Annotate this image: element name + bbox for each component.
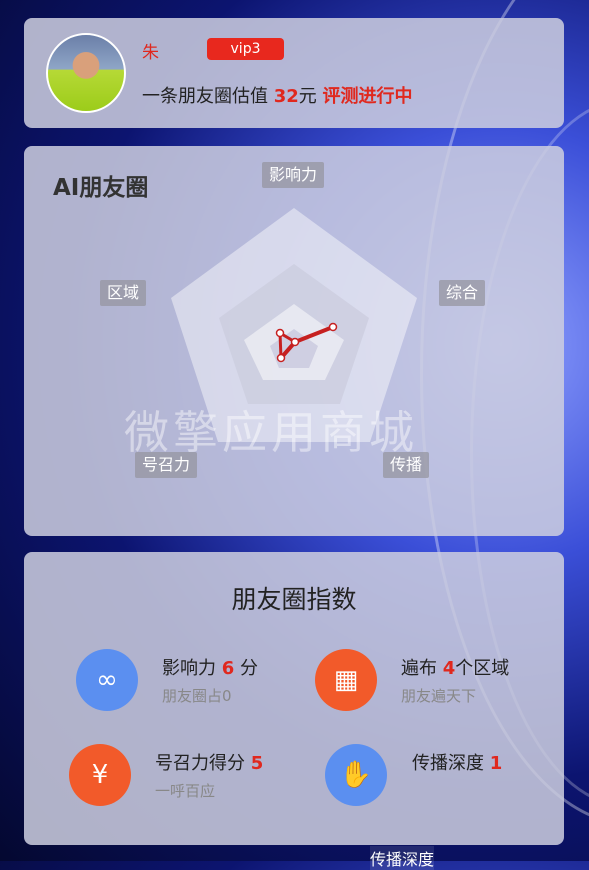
metric-region-unit: 个区域	[455, 658, 510, 679]
metric-influence-value: 6	[221, 658, 235, 679]
metric-appeal: 号召力得分 5	[155, 749, 263, 775]
metric-influence: 影响力 6 分	[162, 654, 258, 680]
watermark: 微擎应用商城	[124, 406, 419, 459]
metric-depth-label: 传播深度	[412, 753, 490, 774]
share-money-icon: ¥	[69, 744, 131, 806]
valuation-amount: 32	[273, 86, 299, 107]
metric-region: 遍布 4个区域	[401, 654, 509, 680]
evaluation-status: 评测进行中	[322, 86, 413, 107]
metric-depth: 传播深度 1	[412, 749, 502, 775]
avatar[interactable]	[46, 33, 126, 113]
radar-chart	[171, 208, 417, 442]
index-card: 朋友圈指数 ∞ 影响力 6 分 朋友圈占0 ▦ 遍布 4个区域 朋友遍天下 ¥ …	[24, 552, 564, 845]
vip-badge: vip3	[207, 38, 284, 60]
axis-label-region: 区域	[100, 280, 147, 306]
metric-influence-sub: 朋友圈占0	[162, 687, 232, 705]
metric-appeal-label: 号召力得分	[155, 753, 251, 774]
metric-appeal-sub: 一呼百应	[155, 782, 216, 800]
metric-region-label: 遍布	[401, 658, 443, 679]
metric-influence-label: 影响力	[162, 658, 222, 679]
axis-label-influence: 影响力	[262, 162, 325, 188]
valuation-prefix: 一条朋友圈估值	[142, 86, 274, 107]
radar-point-region	[275, 328, 285, 338]
index-title: 朋友圈指数	[231, 585, 357, 614]
metric-region-sub: 朋友遍天下	[401, 687, 477, 705]
building-icon: ▦	[315, 649, 377, 711]
username: 朱	[142, 43, 159, 63]
valuation-unit: 元	[298, 86, 323, 107]
bottom-partial-text: 传播深度	[370, 846, 435, 870]
infinity-icon: ∞	[76, 649, 138, 711]
metric-depth-value: 1	[489, 753, 503, 774]
radar-card: AI朋友圈 影响力 综合 传播 号召力 区域 微擎应用商城	[24, 146, 564, 536]
radar-point-overall	[328, 322, 338, 332]
metric-influence-unit: 分	[234, 658, 258, 679]
radar-point-spread	[290, 337, 300, 347]
metric-appeal-value: 5	[250, 753, 264, 774]
valuation-text: 一条朋友圈估值 32元 评测进行中	[142, 82, 413, 108]
profile-card: 朱 vip3 一条朋友圈估值 32元 评测进行中	[24, 18, 564, 128]
axis-label-overall: 综合	[439, 280, 486, 306]
hand-icon: ✋	[325, 744, 387, 806]
metric-region-value: 4	[442, 658, 456, 679]
radar-point-appeal	[276, 353, 286, 363]
